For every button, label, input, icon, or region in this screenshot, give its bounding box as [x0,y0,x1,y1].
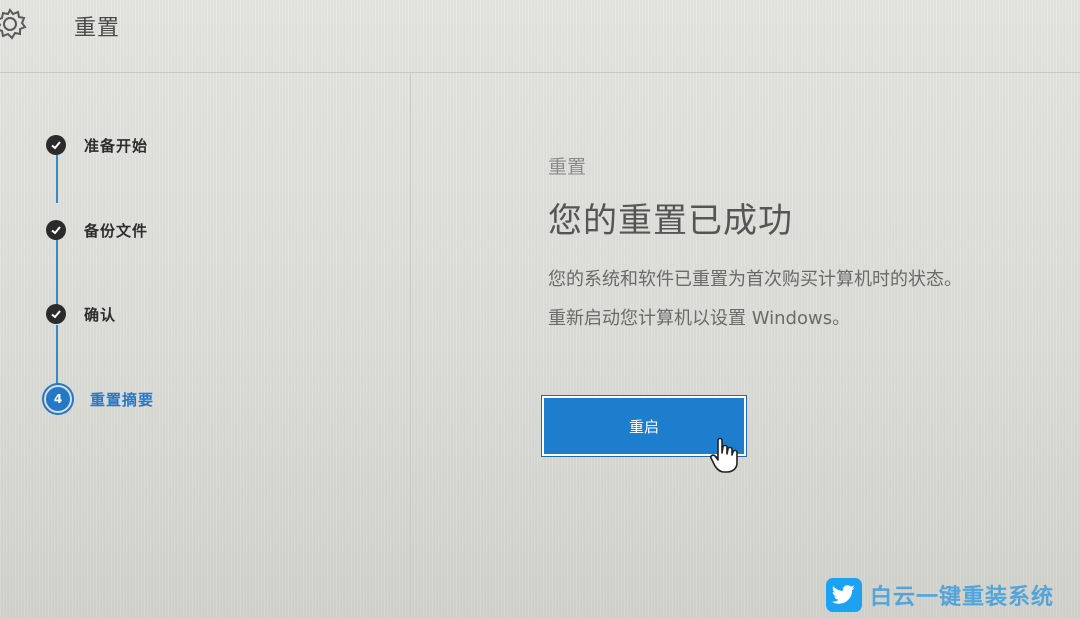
window-header: 重置 [0,0,1080,73]
step-connector [56,325,58,387]
step-connector [56,155,58,203]
step-summary: 4 重置摘要 [44,385,155,413]
watermark-text: 白云一键重装系统 [870,585,1055,610]
step-label: 备份文件 [84,221,149,240]
step-backup: 备份文件 [44,217,148,243]
step-confirm: 确认 [44,301,116,327]
step-label: 确认 [84,305,117,324]
check-icon [46,220,66,240]
step-connector [56,239,58,307]
step-number-badge: 4 [44,385,72,413]
description: 您的系统和软件已重置为首次购买计算机时的状态。 重新启动您计算机以设置 Wind… [548,260,1068,338]
step-prepare: 准备开始 [44,132,148,158]
main-content: 重置 您的重置已成功 您的系统和软件已重置为首次购买计算机时的状态。 重新启动您… [548,150,1068,338]
gear-icon [0,8,27,40]
step-label: 准备开始 [84,136,149,155]
bird-logo-icon [826,578,862,612]
page-title: 您的重置已成功 [548,201,793,241]
screen: 重置 准备开始 备份文件 确认 4 重置摘要 重置 您的重置已成功 您的系统和软… [0,0,1080,619]
step-label: 重置摘要 [90,390,155,409]
check-icon [46,304,66,324]
hand-cursor-icon [710,437,738,473]
step-sidebar: 准备开始 备份文件 确认 4 重置摘要 [0,73,411,619]
check-icon [46,135,66,155]
description-line: 重新启动您计算机以设置 Windows。 [548,308,851,329]
app-title: 重置 [74,16,121,41]
section-label: 重置 [548,156,587,178]
description-line: 您的系统和软件已重置为首次购买计算机时的状态。 [548,269,962,290]
watermark: 白云一键重装系统 [826,576,1054,614]
